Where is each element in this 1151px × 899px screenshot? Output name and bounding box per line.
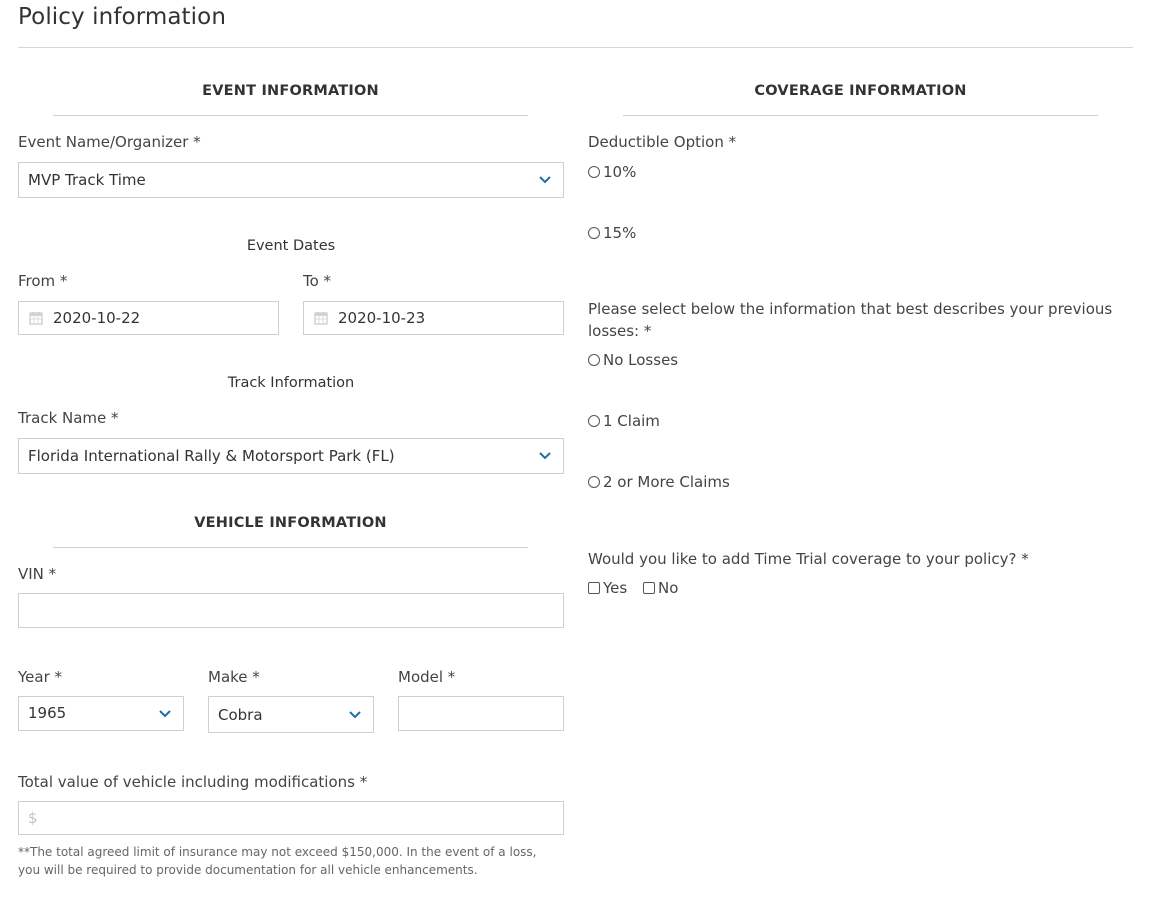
event-dates-title: Event Dates bbox=[246, 238, 336, 254]
organizer-label: Event Name/Organizer * bbox=[18, 133, 201, 151]
coverage-section-divider bbox=[623, 115, 1098, 116]
track-info-title: Track Information bbox=[227, 375, 355, 391]
loss-option-no-losses[interactable]: No Losses bbox=[588, 351, 678, 369]
loss-option-label: No Losses bbox=[603, 351, 679, 369]
insurance-limit-note: **The total agreed limit of insurance ma… bbox=[18, 845, 537, 877]
radio-button[interactable] bbox=[588, 354, 600, 366]
model-label: Model * bbox=[398, 668, 456, 686]
from-date-value: 2020-10-22 bbox=[53, 309, 141, 327]
radio-button[interactable] bbox=[588, 227, 600, 239]
deductible-option-15[interactable]: 15% bbox=[588, 224, 636, 242]
time-trial-yes[interactable]: Yes bbox=[588, 579, 627, 597]
time-trial-no-label: No bbox=[658, 579, 679, 597]
vehicle-value-input[interactable]: $ bbox=[18, 801, 564, 835]
deductible-option-10[interactable]: 10% bbox=[588, 163, 636, 181]
from-label: From * bbox=[18, 272, 68, 290]
vin-input[interactable] bbox=[18, 593, 564, 628]
to-date-value: 2020-10-23 bbox=[338, 309, 426, 327]
make-label: Make * bbox=[208, 668, 260, 686]
page-title: Policy information bbox=[18, 4, 227, 30]
loss-option-2-more[interactable]: 2 or More Claims bbox=[588, 473, 730, 491]
chevron-down-icon bbox=[531, 163, 559, 197]
deductible-label: Deductible Option * bbox=[588, 133, 737, 151]
track-name-value: Florida International Rally & Motorsport… bbox=[28, 447, 395, 465]
time-trial-yes-label: Yes bbox=[603, 579, 628, 597]
currency-placeholder: $ bbox=[28, 809, 38, 827]
organizer-select[interactable]: MVP Track Time bbox=[18, 162, 564, 198]
track-name-label: Track Name * bbox=[18, 409, 119, 427]
year-value: 1965 bbox=[28, 703, 67, 722]
vehicle-section-title: VEHICLE INFORMATION bbox=[194, 515, 387, 531]
loss-option-label: 1 Claim bbox=[603, 412, 660, 430]
calendar-icon bbox=[314, 311, 328, 325]
year-select[interactable]: 1965 bbox=[18, 696, 184, 731]
model-input[interactable] bbox=[398, 696, 564, 731]
from-date-input[interactable]: 2020-10-22 bbox=[18, 301, 279, 335]
chevron-down-icon bbox=[341, 697, 369, 732]
time-trial-question: Would you like to add Time Trial coverag… bbox=[588, 550, 1029, 568]
vehicle-value-label: Total value of vehicle including modific… bbox=[18, 773, 368, 791]
make-value: Cobra bbox=[218, 705, 263, 724]
vehicle-section-divider bbox=[53, 547, 528, 548]
vin-label: VIN * bbox=[18, 565, 57, 583]
to-label: To * bbox=[303, 272, 332, 290]
event-section-title: EVENT INFORMATION bbox=[202, 83, 379, 99]
chevron-down-icon bbox=[531, 439, 559, 473]
chevron-down-icon bbox=[151, 697, 179, 730]
time-trial-no[interactable]: No bbox=[643, 579, 678, 597]
make-select[interactable]: Cobra bbox=[208, 696, 374, 733]
year-label: Year * bbox=[18, 668, 63, 686]
loss-option-1-claim[interactable]: 1 Claim bbox=[588, 412, 660, 430]
event-section-divider bbox=[53, 115, 528, 116]
deductible-option-label: 10% bbox=[603, 163, 637, 181]
deductible-option-label: 15% bbox=[603, 224, 637, 242]
title-divider bbox=[18, 47, 1133, 48]
coverage-section-title: COVERAGE INFORMATION bbox=[754, 83, 967, 99]
radio-button[interactable] bbox=[588, 166, 600, 178]
radio-button[interactable] bbox=[588, 415, 600, 427]
track-name-select[interactable]: Florida International Rally & Motorsport… bbox=[18, 438, 564, 474]
calendar-icon bbox=[29, 311, 43, 325]
loss-option-label: 2 or More Claims bbox=[603, 473, 730, 491]
checkbox[interactable] bbox=[588, 582, 600, 594]
checkbox[interactable] bbox=[643, 582, 655, 594]
to-date-input[interactable]: 2020-10-23 bbox=[303, 301, 564, 335]
radio-button[interactable] bbox=[588, 476, 600, 488]
organizer-value: MVP Track Time bbox=[28, 171, 146, 189]
previous-losses-question: Please select below the information that… bbox=[588, 300, 1113, 340]
